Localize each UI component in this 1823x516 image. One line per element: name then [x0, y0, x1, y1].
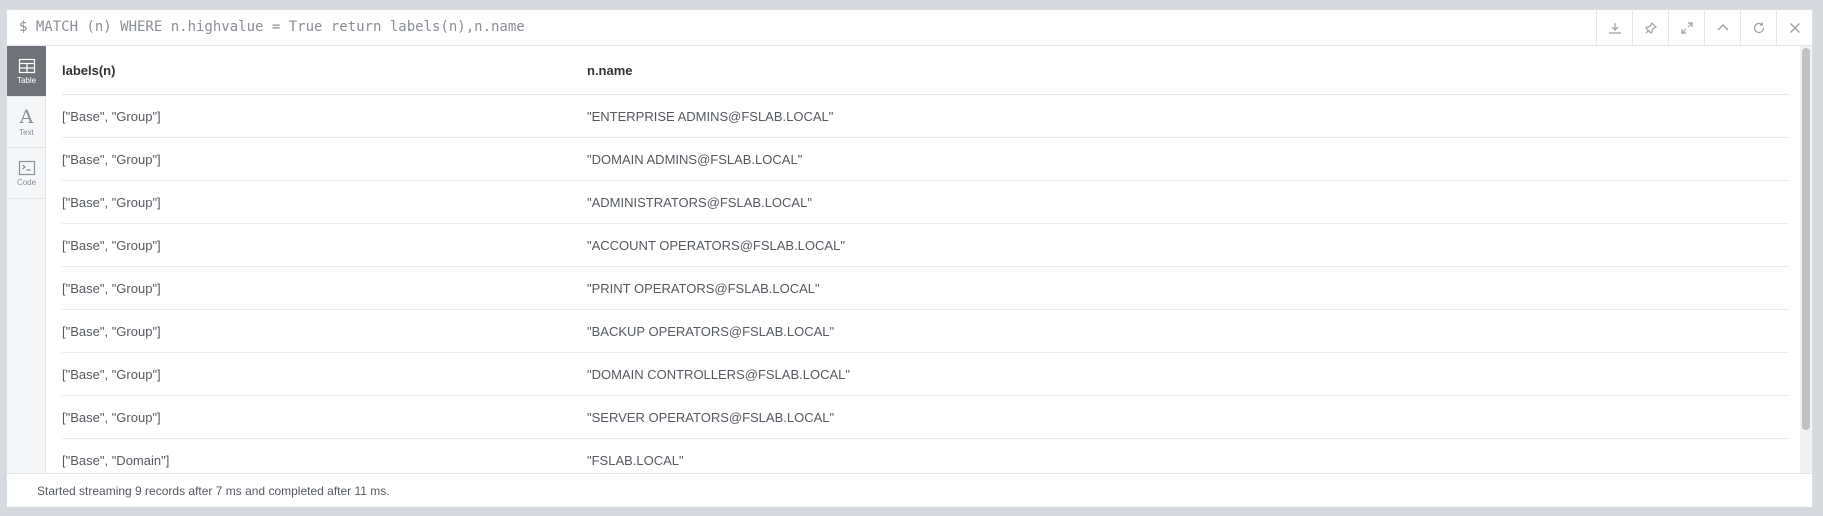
column-header-labels: labels(n) — [62, 46, 587, 95]
tab-code[interactable]: Code — [7, 148, 46, 199]
scrollbar-thumb[interactable] — [1802, 48, 1810, 430]
code-icon — [18, 160, 35, 175]
download-icon — [1608, 22, 1621, 34]
tab-text-label: Text — [19, 127, 34, 137]
collapse-button[interactable] — [1704, 10, 1740, 45]
cell-name: "BACKUP OPERATORS@FSLAB.LOCAL" — [587, 309, 1789, 353]
fullscreen-button[interactable] — [1668, 10, 1704, 45]
status-bar: Started streaming 9 records after 7 ms a… — [7, 473, 1812, 507]
table-row: ["Base", "Group"] "DOMAIN ADMINS@FSLAB.LO… — [62, 137, 1789, 181]
vertical-scrollbar[interactable] — [1800, 46, 1812, 473]
rerun-button[interactable] — [1740, 10, 1776, 45]
cell-name: "DOMAIN ADMINS@FSLAB.LOCAL" — [587, 137, 1789, 181]
table-row: ["Base", "Group"] "ACCOUNT OPERATORS@FSLA… — [62, 223, 1789, 267]
cell-labels: ["Base", "Group"] — [62, 180, 587, 224]
table-row: ["Base", "Domain"] "FSLAB.LOCAL" — [62, 438, 1789, 473]
pin-button[interactable] — [1632, 10, 1668, 45]
cell-labels: ["Base", "Domain"] — [62, 438, 587, 473]
cell-labels: ["Base", "Group"] — [62, 223, 587, 267]
result-frame: $ MATCH (n) WHERE n.highvalue = True ret… — [6, 9, 1813, 507]
table-row: ["Base", "Group"] "BACKUP OPERATORS@FSLAB… — [62, 309, 1789, 353]
cell-labels: ["Base", "Group"] — [62, 94, 587, 138]
tab-table[interactable]: Table — [7, 46, 46, 97]
close-icon — [1789, 22, 1800, 33]
tab-table-label: Table — [16, 75, 37, 85]
pin-icon — [1644, 21, 1657, 34]
cell-name: "SERVER OPERATORS@FSLAB.LOCAL" — [587, 395, 1789, 439]
cell-name: "ACCOUNT OPERATORS@FSLAB.LOCAL" — [587, 223, 1789, 267]
table-row: ["Base", "Group"] "ADMINISTRATORS@FSLAB.L… — [62, 180, 1789, 224]
results-table-container[interactable]: labels(n) n.name ["Base", "Group"] "ENTER… — [62, 46, 1789, 473]
cell-name: "ENTERPRISE ADMINS@FSLAB.LOCAL" — [587, 94, 1789, 138]
cell-name: "ADMINISTRATORS@FSLAB.LOCAL" — [587, 180, 1789, 224]
download-button[interactable] — [1596, 10, 1632, 45]
query-text[interactable]: $ MATCH (n) WHERE n.highvalue = True ret… — [19, 19, 525, 35]
cell-labels: ["Base", "Group"] — [62, 352, 587, 396]
column-header-name: n.name — [587, 46, 1789, 95]
frame-toolbar: $ MATCH (n) WHERE n.highvalue = True ret… — [7, 10, 1812, 46]
close-button[interactable] — [1776, 10, 1812, 45]
results-table: labels(n) n.name ["Base", "Group"] "ENTER… — [62, 46, 1789, 473]
tab-code-label: Code — [16, 177, 37, 187]
cell-labels: ["Base", "Group"] — [62, 309, 587, 353]
table-row: ["Base", "Group"] "DOMAIN CONTROLLERS@FSL… — [62, 352, 1789, 396]
cell-labels: ["Base", "Group"] — [62, 137, 587, 181]
cell-labels: ["Base", "Group"] — [62, 395, 587, 439]
status-text: Started streaming 9 records after 7 ms a… — [37, 484, 390, 498]
collapse-up-icon — [1717, 23, 1728, 30]
view-mode-sidebar: Table A Text Code — [7, 46, 46, 473]
cell-name: "PRINT OPERATORS@FSLAB.LOCAL" — [587, 266, 1789, 310]
expand-icon — [1680, 21, 1693, 34]
text-icon: A — [19, 105, 34, 128]
tab-text[interactable]: A Text — [7, 97, 46, 148]
table-header-row: labels(n) n.name — [62, 46, 1789, 95]
cell-name: "FSLAB.LOCAL" — [587, 438, 1789, 473]
table-row: ["Base", "Group"] "ENTERPRISE ADMINS@FSLA… — [62, 94, 1789, 138]
rerun-icon — [1753, 22, 1764, 33]
toolbar-buttons — [1596, 10, 1812, 45]
table-row: ["Base", "Group"] "PRINT OPERATORS@FSLAB.… — [62, 266, 1789, 310]
table-row: ["Base", "Group"] "SERVER OPERATORS@FSLAB… — [62, 395, 1789, 439]
table-icon — [18, 58, 35, 73]
cell-labels: ["Base", "Group"] — [62, 266, 587, 310]
cell-name: "DOMAIN CONTROLLERS@FSLAB.LOCAL" — [587, 352, 1789, 396]
